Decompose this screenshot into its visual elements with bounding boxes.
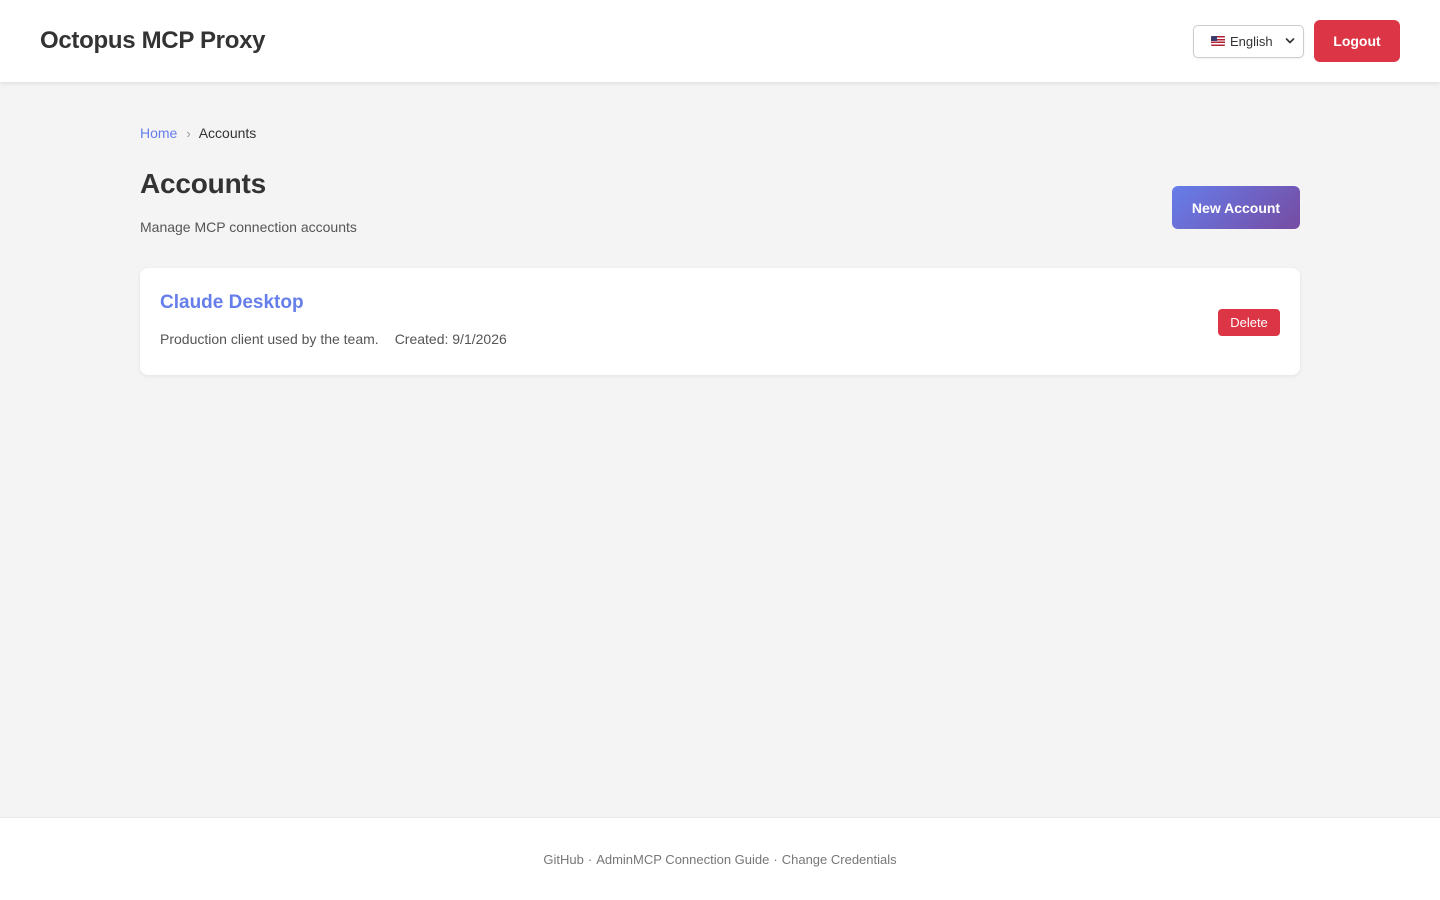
language-select[interactable]: English: [1193, 24, 1304, 58]
logout-button[interactable]: Logout: [1314, 20, 1400, 62]
app-title: Octopus MCP Proxy: [40, 27, 266, 54]
footer-admin-guide-link[interactable]: AdminMCP Connection Guide: [596, 852, 769, 867]
page-header: Accounts Manage MCP connection accounts …: [140, 162, 1300, 262]
delete-account-button[interactable]: Delete: [1218, 309, 1280, 336]
footer-separator: ·: [587, 851, 593, 867]
page-subtitle: Manage MCP connection accounts: [140, 219, 357, 235]
us-flag-icon: [1211, 36, 1225, 46]
account-meta: Production client used by the team. Crea…: [160, 331, 507, 347]
chevron-down-icon: [1285, 38, 1295, 44]
top-header: Octopus MCP Proxy English Logout: [0, 0, 1440, 82]
page-title: Accounts: [140, 168, 266, 199]
breadcrumb-home-link[interactable]: Home: [140, 125, 177, 141]
new-account-button[interactable]: New Account: [1172, 186, 1300, 229]
breadcrumb-separator: ›: [186, 125, 191, 141]
footer-github-link[interactable]: GitHub: [543, 852, 583, 867]
footer-separator: ·: [773, 851, 778, 867]
main-content: Home › Accounts Accounts Manage MCP conn…: [140, 82, 1300, 375]
account-created-date: Created: 9/1/2026: [394, 331, 507, 347]
account-name-link[interactable]: Claude Desktop: [160, 292, 304, 314]
account-card: Claude Desktop Production client used by…: [140, 268, 1300, 375]
header-actions: English Logout: [1193, 20, 1400, 62]
account-description: Production client used by the team.: [160, 331, 379, 347]
language-select-value: English: [1230, 33, 1273, 49]
breadcrumb-current: Accounts: [198, 125, 257, 141]
breadcrumb: Home › Accounts: [140, 124, 1300, 142]
footer-change-credentials-link[interactable]: Change Credentials: [782, 852, 897, 867]
footer: GitHub · AdminMCP Connection Guide · Cha…: [0, 817, 1440, 900]
